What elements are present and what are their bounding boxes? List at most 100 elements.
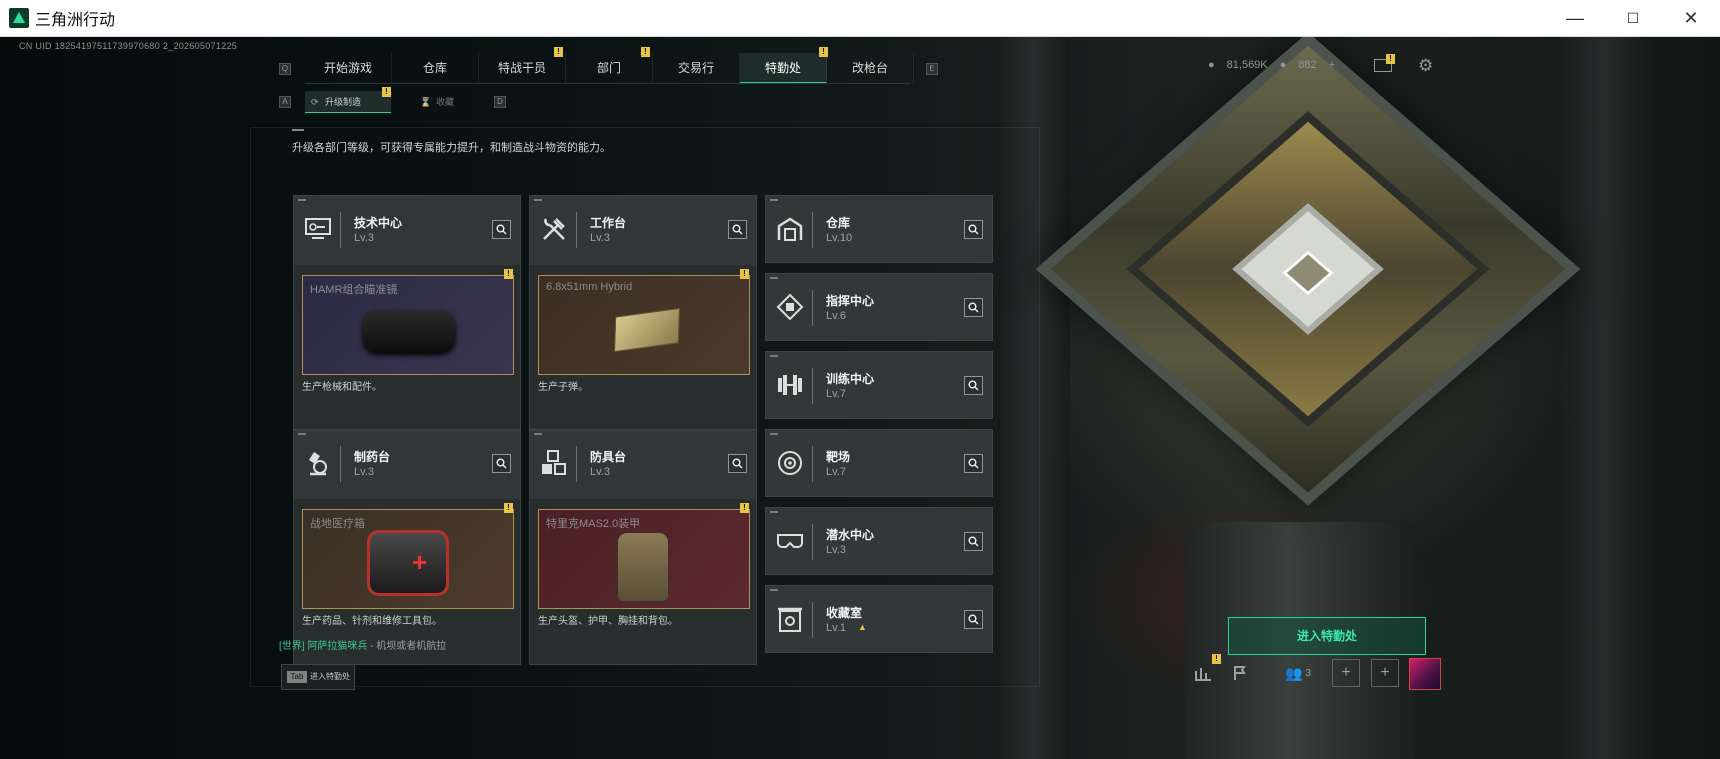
chat-message: 机坝或者机航拉 (376, 641, 447, 652)
flag-icon[interactable] (1226, 659, 1254, 687)
search-icon[interactable] (728, 454, 747, 473)
station-card-tech-center[interactable]: 技术中心 Lv.3 HAMR组合瞄准镜 ! 生产枪械和配件。 (293, 195, 521, 431)
station-card-pharmacy[interactable]: 制药台 Lv.3 战地医疗箱 + ! 生产药品、针剂和维修工具包。 (293, 429, 521, 665)
separator (812, 368, 813, 404)
corner-tick (770, 589, 778, 591)
search-icon[interactable] (964, 454, 983, 473)
settings-gear-icon[interactable]: ⚙ (1418, 56, 1433, 76)
separator (576, 446, 577, 482)
chat-line[interactable]: [世界] 阿萨拉猫咪兵 - 机坝或者机航拉 (279, 637, 446, 652)
product-slot[interactable]: 6.8x51mm Hybrid (538, 275, 750, 375)
corner-tick (298, 199, 306, 201)
mail-alert-badge: ! (1386, 54, 1395, 64)
game-viewport: CN UID 18254197511739970680 2_2026050712… (0, 37, 1720, 759)
coin-icon: ● (1208, 59, 1215, 71)
station-card-collection-room[interactable]: 收藏室 Lv.1 ▲ (765, 585, 993, 653)
corner-tick (298, 433, 306, 435)
station-level: Lv.3 (590, 466, 610, 478)
separator (812, 446, 813, 482)
station-name: 仓库 (826, 216, 851, 230)
station-level: Lv.10 (826, 232, 853, 244)
tab-key: Tab (287, 671, 307, 683)
tab-operators[interactable]: 特战干员! (479, 47, 566, 84)
tab-special-ops[interactable]: 特勤处! (740, 47, 828, 84)
station-card-diving-center[interactable]: 潜水中心 Lv.3 (765, 507, 993, 575)
search-icon[interactable] (964, 610, 983, 629)
medkit-image: + (367, 530, 449, 596)
alert-badge: ! (740, 503, 749, 513)
maximize-button[interactable]: ☐ (1604, 0, 1662, 37)
uid-label: CN UID 18254197511739970680 2_2026050712… (19, 41, 238, 51)
close-button[interactable]: ✕ (1662, 0, 1720, 37)
alert-badge: ! (504, 503, 513, 513)
tab-department[interactable]: 部门! (566, 47, 653, 84)
vault-icon (775, 604, 805, 634)
friends-icon[interactable]: 👥 3 (1278, 659, 1318, 687)
station-level: Lv.7 (826, 388, 846, 400)
invite-slot-button[interactable]: + (1332, 659, 1360, 687)
station-name: 制药台 (354, 450, 391, 464)
station-card-training-center[interactable]: 训练中心 Lv.7 (765, 351, 993, 419)
alert-badge: ! (740, 269, 749, 279)
search-icon[interactable] (728, 220, 747, 239)
search-icon[interactable] (492, 454, 511, 473)
subtab-favorite[interactable]: ⌛ 收藏 (412, 91, 478, 113)
coin-amount: 81,569K (1226, 59, 1268, 71)
station-card-warehouse[interactable]: 仓库 Lv.10 (765, 195, 993, 263)
product-slot[interactable]: 战地医疗箱 + (302, 509, 514, 609)
currency-bar: ● 81,569K ● 882 + (1208, 59, 1335, 71)
player-avatar[interactable] (1409, 658, 1441, 690)
search-icon[interactable] (964, 532, 983, 551)
product-description: 生产枪械和配件。 (302, 382, 382, 393)
station-card-shooting-range[interactable]: 靶场 Lv.7 (765, 429, 993, 497)
station-name: 训练中心 (826, 372, 875, 386)
warehouse-icon (775, 214, 805, 244)
tab-gunsmith[interactable]: 改枪台 (827, 53, 914, 84)
favorite-icon: ⌛ (420, 97, 432, 107)
upgrade-icon: ⟳ (311, 97, 319, 107)
station-name: 工作台 (590, 216, 627, 230)
corner-tick (770, 511, 778, 513)
subtab-upgrade[interactable]: ⟳ 升级制造 (305, 91, 391, 113)
ammo-box-image (613, 307, 681, 353)
station-level: Lv.7 (826, 466, 846, 478)
search-icon[interactable] (492, 220, 511, 239)
subnav-right-key[interactable]: D (494, 96, 506, 108)
page-description: 升级各部门等级，可获得专属能力提升，和制造战斗物资的能力。 (292, 142, 611, 154)
search-icon[interactable] (964, 220, 983, 239)
minimize-button[interactable]: — (1546, 0, 1604, 37)
station-name: 技术中心 (354, 216, 403, 230)
search-icon[interactable] (964, 376, 983, 395)
search-icon[interactable] (964, 298, 983, 317)
nav-left-key[interactable]: Q (279, 63, 291, 75)
station-level: Lv.6 (826, 310, 846, 322)
add-currency-button[interactable]: + (1329, 59, 1335, 71)
ticket-icon: ● (1279, 59, 1287, 71)
product-name: 战地医疗箱 (310, 518, 365, 530)
tab-trading[interactable]: 交易行 (653, 53, 740, 84)
tab-shortcut-hint[interactable]: Tab 进入特勤处 (281, 664, 355, 690)
scenery-pillar (1560, 37, 1650, 759)
product-slot[interactable]: HAMR组合瞄准镜 (302, 275, 514, 375)
product-slot[interactable]: 特里克MAS2.0装甲 (538, 509, 750, 609)
product-name: 特里克MAS2.0装甲 (546, 518, 641, 530)
alert-badge: ! (554, 47, 563, 57)
station-card-armory[interactable]: 防具台 Lv.3 特里克MAS2.0装甲 ! 生产头盔、护甲、胸挂和背包。 (529, 429, 757, 665)
tools-icon (539, 214, 569, 244)
invite-slot-button[interactable]: + (1371, 659, 1399, 687)
tab-start-game[interactable]: 开始游戏 (305, 53, 392, 84)
enter-special-ops-button[interactable]: 进入特勤处 (1228, 617, 1426, 655)
subnav-left-key[interactable]: A (279, 96, 291, 108)
station-card-command-center[interactable]: 指挥中心 Lv.6 (765, 273, 993, 341)
station-name: 收藏室 (826, 606, 863, 620)
station-level: Lv.3 (826, 544, 846, 556)
separator (340, 446, 341, 482)
separator (812, 602, 813, 638)
tab-warehouse[interactable]: 仓库 (392, 53, 479, 84)
nav-right-key[interactable]: E (926, 63, 938, 75)
alert-badge: ! (641, 47, 650, 57)
separator (812, 290, 813, 326)
corner-tick (534, 199, 542, 201)
cube-core (1232, 203, 1384, 335)
station-card-workbench[interactable]: 工作台 Lv.3 6.8x51mm Hybrid ! 生产子弹。 (529, 195, 757, 431)
